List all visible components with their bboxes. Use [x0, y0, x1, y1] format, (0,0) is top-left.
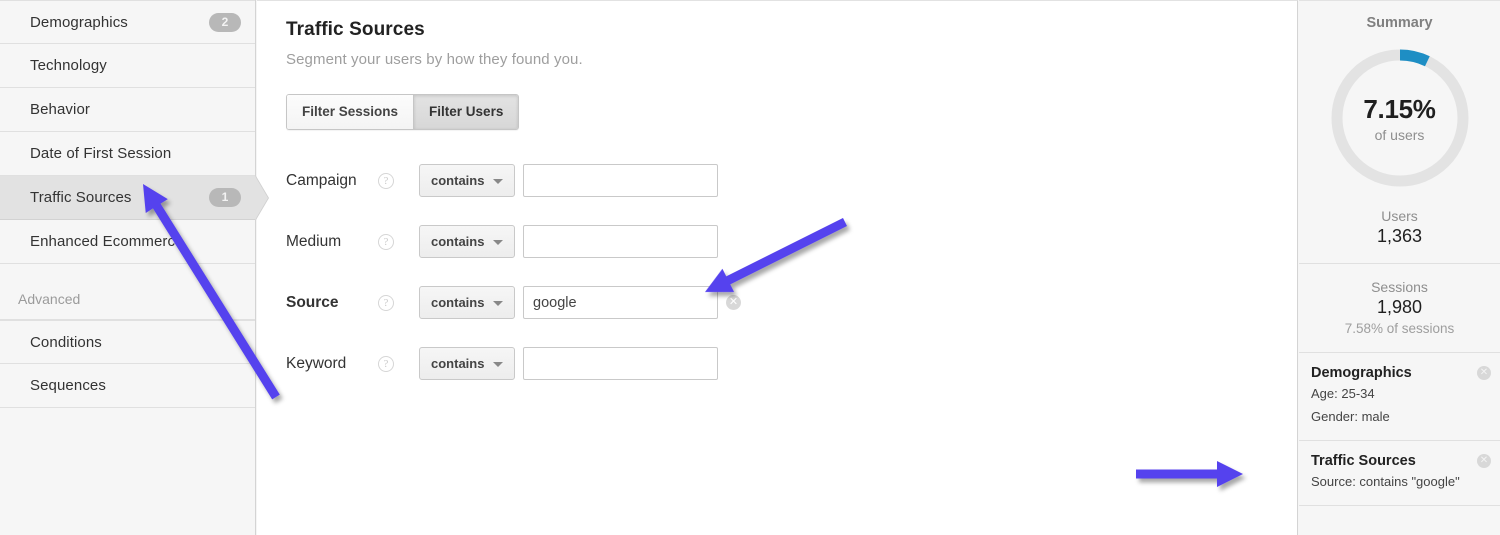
filter-row-campaign: Campaign? contains [286, 160, 1297, 201]
summary-title: Summary [1366, 15, 1433, 31]
sidebar-item-label: Traffic Sources [30, 189, 132, 206]
sidebar-section-advanced: Advanced [0, 278, 255, 320]
value-input-medium[interactable] [523, 225, 718, 258]
help-icon[interactable]: ? [378, 172, 394, 189]
operator-select-campaign[interactable]: contains [419, 164, 515, 197]
donut-percent-value: 7.15% [1363, 93, 1436, 124]
summary-condition-blocks: Demographics Age: 25-34 Gender: male ✕ Traff… [1299, 352, 1500, 505]
filter-label-medium: Medium [286, 232, 342, 250]
sidebar-item-date-of-first-session[interactable]: Date of First Session [0, 132, 255, 176]
operator-select-keyword[interactable]: contains [419, 347, 515, 380]
operator-select-medium[interactable]: contains [419, 225, 515, 258]
summary-metric-value: 1,980 [1376, 297, 1423, 317]
operator-select-source[interactable]: contains [419, 286, 515, 319]
sidebar-item-traffic-sources[interactable]: Traffic Sources 1 [0, 175, 268, 220]
page-subtitle: Segment your users by how they found you… [286, 51, 583, 68]
filter-scope-toggle: Filter Sessions Filter Users [286, 94, 520, 130]
summary-bottom-divider [1299, 504, 1500, 529]
segment-builder-screen: Demographics 2 Technology Behavior Date of F… [0, 0, 1500, 535]
sidebar-section-label: Advanced [18, 290, 81, 307]
help-icon[interactable]: ? [378, 355, 394, 372]
sidebar-item-conditions[interactable]: Conditions [0, 320, 255, 364]
sidebar-item-behavior[interactable]: Behavior [0, 88, 255, 132]
segment-summary-panel: Summary 7.15% of users Users 1,363 Session… [1299, 0, 1500, 535]
summary-block-line: Gender: male [1311, 408, 1390, 424]
remove-block-icon[interactable]: ✕ [1477, 366, 1491, 380]
segment-category-sidebar: Demographics 2 Technology Behavior Date of F… [0, 0, 268, 535]
filter-row-source: Source? contains ✕ [286, 282, 1297, 323]
sidebar-item-count-badge: 2 [209, 12, 241, 32]
summary-block-line: Age: 25-34 [1311, 386, 1375, 401]
sidebar-item-label: Enhanced Ecommerce [30, 233, 184, 250]
clear-value-icon[interactable]: ✕ [726, 295, 741, 310]
filter-users-button[interactable]: Filter Users [413, 95, 519, 129]
chevron-down-icon [493, 178, 503, 184]
summary-metric-subtext: 7.58% of sessions [1344, 321, 1455, 336]
sidebar-item-label: Technology [30, 57, 107, 74]
filter-sessions-button[interactable]: Filter Sessions [287, 95, 414, 129]
remove-block-icon[interactable]: ✕ [1477, 453, 1491, 468]
traffic-sources-panel: Traffic Sources Segment your users by ho… [257, 0, 1298, 535]
filter-label-source: Source [286, 293, 339, 311]
operator-select-value: contains [431, 295, 485, 310]
sidebar-spacer [0, 264, 255, 278]
value-input-source[interactable] [523, 286, 718, 319]
summary-block-title: Demographics [1311, 365, 1412, 381]
sidebar-item-sequences[interactable]: Sequences [0, 364, 255, 408]
sidebar-item-technology[interactable]: Technology [0, 44, 255, 88]
selected-item-pointer-icon [255, 175, 268, 220]
sidebar-item-label: Sequences [30, 377, 106, 394]
sidebar-item-label: Conditions [30, 333, 102, 351]
help-icon[interactable]: ? [378, 294, 394, 311]
summary-metric-name: Sessions [1371, 279, 1428, 295]
sidebar-item-label: Demographics [30, 13, 128, 31]
page-title: Traffic Sources [286, 19, 425, 40]
value-input-campaign[interactable] [523, 164, 718, 197]
summary-block-title: Traffic Sources [1311, 452, 1416, 469]
summary-metric-name: Users [1381, 208, 1418, 224]
summary-block-traffic-sources: Traffic Sources Source: contains "google"… [1299, 439, 1500, 505]
summary-metric-users: Users 1,363 [1299, 193, 1500, 263]
chevron-down-icon [493, 239, 503, 245]
summary-metrics: Users 1,363 Sessions 1,980 7.58% of sessions [1299, 193, 1500, 352]
sidebar-item-demographics[interactable]: Demographics 2 [0, 0, 255, 44]
sidebar-advanced-list: Conditions Sequences [0, 320, 255, 408]
donut-percent-caption: of users [1374, 126, 1425, 143]
sidebar-item-count-badge: 1 [209, 188, 241, 207]
summary-metric-sessions: Sessions 1,980 7.58% of sessions [1299, 263, 1500, 352]
value-input-keyword[interactable] [523, 347, 718, 380]
users-percent-donut-chart: 7.15% of users [1325, 43, 1475, 193]
operator-select-value: contains [431, 234, 485, 249]
chevron-down-icon [493, 361, 503, 367]
sidebar-item-label: Behavior [30, 101, 91, 118]
sidebar-item-label: Date of First Session [30, 145, 172, 162]
chevron-down-icon [493, 300, 503, 306]
operator-select-value: contains [431, 173, 485, 188]
sidebar-item-enhanced-ecommerce[interactable]: Enhanced Ecommerce [0, 220, 255, 264]
summary-metric-value: 1,363 [1376, 226, 1423, 246]
operator-select-value: contains [431, 356, 485, 371]
filter-row-keyword: Keyword? contains [286, 343, 1297, 384]
sidebar-nav-list: Demographics 2 Technology Behavior Date of F… [0, 0, 268, 264]
filter-label-campaign: Campaign [286, 171, 357, 189]
summary-block-demographics: Demographics Age: 25-34 Gender: male ✕ [1299, 352, 1500, 440]
traffic-sources-filter-form: Campaign? contains Medium? contains Source? c… [286, 160, 1297, 384]
filter-label-keyword: Keyword [286, 354, 347, 372]
filter-row-medium: Medium? contains [286, 221, 1297, 262]
summary-block-line: Source: contains "google" [1311, 473, 1460, 489]
donut-center-labels: 7.15% of users [1325, 43, 1475, 193]
help-icon[interactable]: ? [378, 233, 394, 250]
